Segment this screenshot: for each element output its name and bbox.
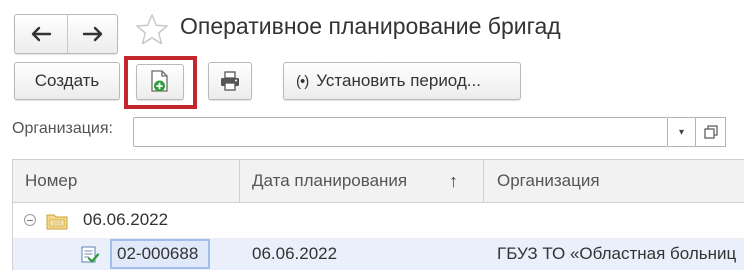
open-window-icon	[703, 125, 718, 139]
forward-button[interactable]	[67, 15, 119, 53]
cell-number[interactable]: 02-000688	[110, 239, 210, 269]
arrow-right-icon	[82, 26, 103, 42]
organization-dropdown-button[interactable]: ▾	[668, 117, 696, 147]
organization-input[interactable]	[133, 117, 668, 147]
nav-button-group	[14, 14, 118, 54]
cell-organization: ГБУЗ ТО «Областная больниц	[497, 244, 737, 263]
chevron-down-icon: ▾	[678, 126, 685, 138]
table-header: Номер Дата планирования ↑ Организация	[13, 159, 744, 203]
create-button[interactable]: Создать	[14, 62, 120, 100]
print-button[interactable]	[208, 62, 252, 100]
column-header-date-label: Дата планирования	[252, 171, 408, 190]
folder-icon	[46, 214, 68, 230]
column-header-number[interactable]: Номер	[13, 160, 240, 202]
copy-button[interactable]	[136, 64, 184, 100]
sort-ascending-icon: ↑	[449, 171, 458, 191]
period-icon: (•)	[296, 72, 309, 90]
back-button[interactable]	[15, 15, 68, 53]
arrow-left-icon	[31, 26, 52, 42]
group-label: 06.06.2022	[83, 210, 169, 229]
table-row[interactable]: 02-000688 06.06.2022 ГБУЗ ТО «Областная …	[13, 239, 744, 270]
documents-table: Номер Дата планирования ↑ Организация 06…	[12, 159, 744, 270]
collapse-icon[interactable]	[24, 214, 36, 226]
star-outline-icon[interactable]	[134, 12, 170, 48]
column-header-date[interactable]: Дата планирования	[240, 160, 484, 202]
set-period-button[interactable]: (•) Установить период...	[283, 62, 521, 100]
organization-open-button[interactable]	[696, 117, 726, 147]
copy-document-icon	[151, 70, 168, 92]
organization-label: Организация:	[12, 120, 113, 137]
set-period-label: Установить период...	[316, 71, 481, 90]
group-row[interactable]: 06.06.2022	[13, 203, 744, 239]
column-header-organization[interactable]: Организация	[484, 160, 744, 202]
printer-icon	[221, 71, 239, 91]
page-title: Оперативное планирование бригад	[180, 13, 561, 39]
cell-date: 06.06.2022	[252, 244, 338, 263]
posted-document-icon	[81, 246, 100, 263]
